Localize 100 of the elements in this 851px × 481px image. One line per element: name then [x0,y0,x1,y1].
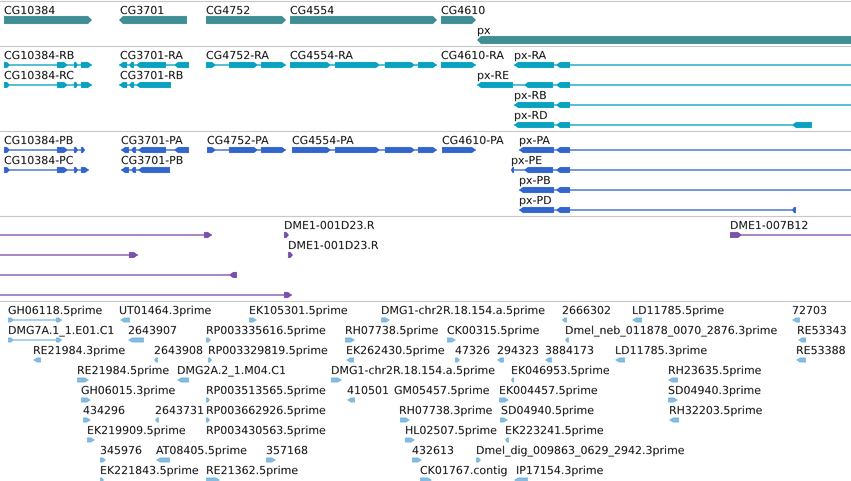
feature-arrow [381,318,390,322]
feature-label: 434296 [83,404,125,417]
feature-label: CG10384-RB [4,49,74,62]
feature-label: LD11785.3prime [615,344,708,357]
feature-label: EK105301.5prime [249,304,348,317]
feature-label: EK004457.5prime [499,384,598,397]
feature-arrow [505,438,509,442]
feature-arrow [119,62,189,68]
feature-label: CG4752-PA [207,134,269,147]
feature-label: RE53388 [796,344,846,357]
feature-arrow [562,318,567,322]
feature-arrow [100,458,106,462]
feature-arrow [798,338,806,342]
feature-arrow [87,438,95,442]
feature-arrow [8,318,62,322]
feature-label: CG10384-PB [4,134,74,147]
feature-arrow [400,418,410,422]
feature-label: RP003430563.5prime [206,424,326,437]
feature-label: CG4554-PA [292,134,354,147]
feature-label: RP003335616.5prime [206,324,326,337]
feature-label: CK01767.contig [420,464,508,477]
feature-label: 72703 [792,304,827,317]
feature-label: SD04940.3prime [668,384,761,397]
feature-label: px-PB [519,174,551,187]
feature-label: px-RD [514,109,548,122]
feature-label: 345976 [100,444,142,457]
feature-arrow [447,338,456,342]
feature-arrow [441,62,476,68]
feature-arrow [455,358,460,362]
feature-label: HL02507.5prime [405,424,497,437]
feature-label: CG4610-PA [442,134,504,147]
feature-arrow [545,358,552,362]
feature-label: CG4554 [290,4,334,17]
feature-label: DMG1-chr2R.18.154.a.5prime [331,364,496,377]
feature-label: GM05457.5prime [394,384,490,397]
feature-label: CG4554-RA [290,49,353,62]
feature-label: DMG2A.2_1.M04.C1 [177,364,286,377]
feature-arrow [669,418,679,422]
feature-arrow [208,358,212,362]
feature-arrow [514,478,528,481]
feature-arrow [81,398,91,402]
feature-label: RH07738.3prime [399,404,492,417]
feature-label: RP003513565.5prime [206,384,326,397]
feature-arrow [497,358,504,362]
feature-label: CG4610 [441,4,486,17]
feature-arrow [206,338,211,342]
feature-arrow [668,398,678,402]
feature-label: RE21984.3prime [33,344,126,357]
feature-label: DMG7A.1_1.E01.C1 [8,324,114,337]
feature-arrow [119,82,171,88]
feature-label: RP003662926.5prime [206,404,326,417]
feature-arrow [206,418,210,422]
feature-arrow [346,358,354,362]
feature-arrow [8,338,62,342]
feature-label: Dmel_neb_011878_0070_2876.3prime [565,324,778,337]
feature-label: EK221843.5prime [100,464,199,477]
feature-label: SD04940.5prime [501,404,594,417]
feature-label: 2643907 [128,324,177,337]
feature-label: px-RE [477,69,510,82]
feature-arrow [100,478,104,481]
feature-arrow [288,252,293,258]
feature-label: AT08405.5prime [156,444,247,457]
feature-arrow [33,358,41,362]
feature-arrow [441,16,476,24]
feature-label: px-RA [514,49,546,62]
feature-arrow [77,378,89,382]
feature-label: GH06015.3prime [81,384,176,397]
feature-label: CG4752-RA [206,49,269,62]
feature-label: 2643908 [154,344,203,357]
feature-label: CG3701-PB [121,154,184,167]
feature-label: CG3701 [120,4,164,17]
feature-label: CG3701-RB [120,69,184,82]
feature-arrow [249,318,257,322]
feature-label: GH06118.5prime [8,304,102,317]
feature-label: DME1-001D23.R [288,239,378,252]
feature-label: px-RB [514,89,547,102]
feature-label: px [477,24,490,37]
feature-label: CG10384-PC [4,154,74,167]
feature-label: CG3701-RA [120,49,183,62]
feature-arrow [121,147,189,153]
feature-label: RE21362.5prime [206,464,298,477]
feature-arrow [120,318,130,322]
feature-label: Dmel_dig_009863_0629_2942.3prime [476,444,685,457]
feature-arrow [331,378,342,382]
feature-arrow [155,418,159,422]
feature-label: px-PD [519,194,552,207]
feature-label: CG4752 [206,4,250,17]
feature-arrow [412,458,422,462]
feature-arrow [511,378,514,382]
feature-label: px-PE [511,154,542,167]
feature-label: RH07738.5prime [345,324,438,337]
feature-label: RH23635.5prime [668,364,762,377]
feature-label: 357168 [266,444,308,457]
feature-label: 3884173 [545,344,594,357]
feature-arrow [442,147,476,153]
feature-label: RH32203.5prime [669,404,762,417]
feature-arrow [668,378,678,382]
feature-arrow [420,478,432,481]
feature-label: 432613 [412,444,454,457]
feature-label: EK219909.5prime [87,424,186,437]
